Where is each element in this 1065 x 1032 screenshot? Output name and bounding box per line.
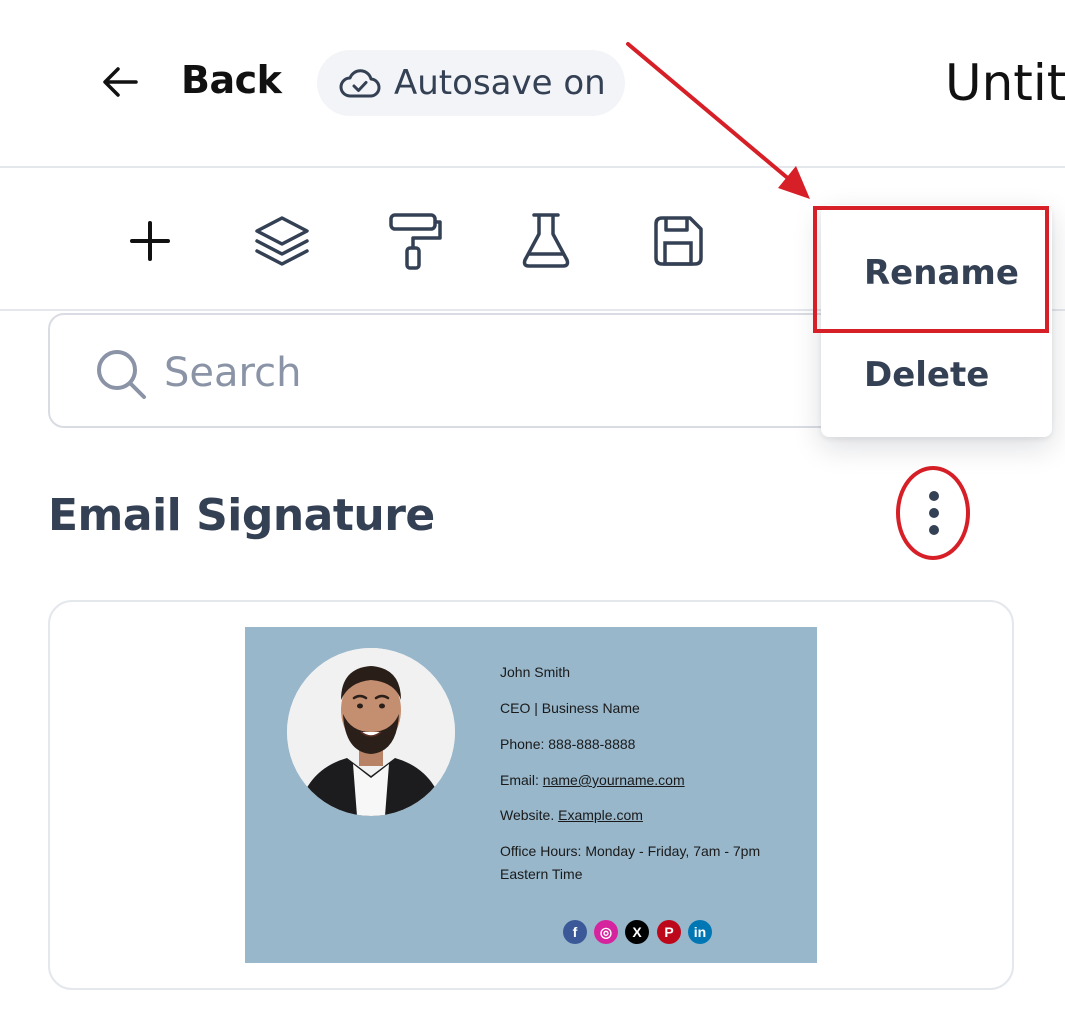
plus-icon [130,221,170,261]
signature-name: John Smith [500,664,571,680]
back-button[interactable]: Back [181,58,282,102]
more-options-button[interactable] [896,465,972,561]
add-button[interactable] [119,210,181,272]
save-button[interactable] [647,210,709,272]
email-prefix: Email: [500,772,543,788]
signature-role: CEO | Business Name [500,700,640,716]
options-menu: Rename Delete [821,205,1052,437]
email-link[interactable]: name@yourname.com [543,772,685,788]
search-input[interactable] [162,337,846,409]
paint-roller-icon [389,213,442,270]
autosave-label: Autosave on [394,63,606,103]
styles-button[interactable] [385,210,447,272]
signature-preview[interactable]: John Smith CEO | Business Name Phone: 88… [245,627,817,963]
autosave-badge: Autosave on [317,50,625,116]
search-icon [95,348,147,400]
facebook-icon[interactable]: f [563,920,587,944]
signature-hours: Office Hours: Monday - Friday, 7am - 7pm [500,843,761,859]
rename-menu-item[interactable]: Rename [864,253,1019,293]
delete-menu-item[interactable]: Delete [864,355,989,395]
section-title: Email Signature [48,490,435,541]
kebab-dot [929,491,939,501]
layers-icon [255,216,309,266]
instagram-icon[interactable]: ◎ [594,920,618,944]
test-button[interactable] [515,210,577,272]
profile-photo [287,648,455,816]
top-bar: Back Autosave on Untit [0,0,1065,168]
document-title[interactable]: Untit [945,54,1065,112]
linkedin-icon[interactable]: in [688,920,712,944]
save-icon [654,216,703,266]
pinterest-icon[interactable]: P [657,920,681,944]
website-prefix: Website. [500,807,559,823]
kebab-dot [929,525,939,535]
kebab-dot [929,508,939,518]
back-arrow-icon[interactable] [100,62,140,102]
signature-phone: Phone: 888-888-8888 [500,736,636,752]
layers-button[interactable] [251,210,313,272]
signature-website-line: Website. Example.com [500,807,643,823]
flask-icon [522,213,570,268]
cloud-check-icon [339,66,381,100]
x-icon[interactable]: X [625,920,649,944]
signature-timezone: Eastern Time [500,866,583,882]
website-link[interactable]: Example.com [558,807,643,823]
signature-email-line: Email: name@yourname.com [500,772,685,788]
